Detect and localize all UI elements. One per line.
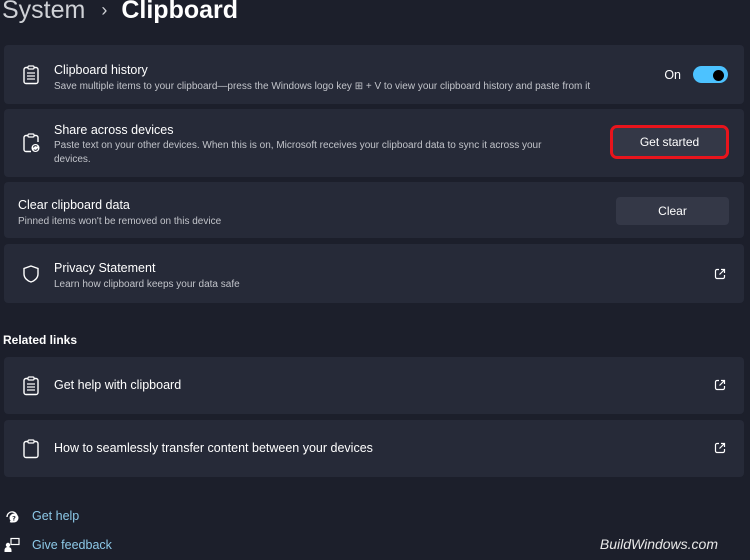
get-help-link[interactable]: ? Get help bbox=[4, 508, 79, 524]
external-link-icon bbox=[714, 379, 726, 391]
clipboard-sync-icon bbox=[23, 133, 40, 153]
feedback-icon bbox=[4, 537, 20, 552]
setting-description: Pinned items won't be removed on this de… bbox=[18, 216, 222, 227]
clipboard-history-toggle[interactable] bbox=[693, 66, 728, 83]
clear-button[interactable]: Clear bbox=[616, 197, 729, 225]
related-link-transfer-content[interactable]: How to seamlessly transfer content betwe… bbox=[4, 420, 744, 477]
setting-title: Clipboard history bbox=[54, 63, 148, 77]
setting-clear-clipboard: Clear clipboard data Pinned items won't … bbox=[4, 182, 744, 238]
setting-description: Save multiple items to your clipboard—pr… bbox=[54, 81, 591, 92]
related-link-title: How to seamlessly transfer content betwe… bbox=[54, 441, 373, 455]
give-feedback-link[interactable]: Give feedback bbox=[4, 537, 112, 553]
help-chat-icon: ? bbox=[6, 511, 19, 523]
setting-title: Share across devices bbox=[54, 123, 174, 137]
setting-title: Clear clipboard data bbox=[18, 198, 130, 212]
setting-share-across-devices: Share across devices Paste text on your … bbox=[4, 109, 744, 177]
give-feedback-label: Give feedback bbox=[32, 538, 112, 552]
clipboard-list-icon bbox=[23, 376, 39, 396]
watermark: BuildWindows.com bbox=[599, 536, 718, 552]
page-header: System › Clipboard bbox=[2, 0, 238, 25]
external-link-icon bbox=[714, 442, 726, 454]
breadcrumb-chevron-icon: › bbox=[101, 0, 108, 20]
get-started-button[interactable]: Get started bbox=[610, 125, 729, 159]
setting-description: Paste text on your other devices. When t… bbox=[54, 139, 541, 167]
related-links-heading: Related links bbox=[3, 333, 78, 347]
get-help-label: Get help bbox=[32, 509, 80, 523]
breadcrumb-system[interactable]: System bbox=[2, 0, 85, 25]
external-link-icon bbox=[714, 268, 726, 280]
svg-text:?: ? bbox=[12, 515, 16, 523]
privacy-statement-link[interactable]: Privacy Statement Learn how clipboard ke… bbox=[4, 244, 744, 303]
description-line: devices. bbox=[54, 154, 91, 165]
clipboard-list-icon bbox=[23, 65, 39, 85]
related-link-title: Get help with clipboard bbox=[54, 378, 182, 392]
toggle-state-label: On bbox=[664, 67, 681, 82]
related-link-get-help[interactable]: Get help with clipboard bbox=[4, 357, 744, 414]
toggle-knob bbox=[713, 69, 724, 81]
setting-title: Privacy Statement bbox=[54, 261, 156, 275]
setting-clipboard-history: Clipboard history Save multiple items to… bbox=[4, 45, 744, 104]
setting-description: Learn how clipboard keeps your data safe bbox=[54, 279, 240, 290]
clipboard-icon bbox=[23, 439, 39, 459]
description-line: Paste text on your other devices. When t… bbox=[54, 140, 542, 151]
shield-icon bbox=[23, 265, 39, 283]
page-title: Clipboard bbox=[121, 0, 239, 24]
